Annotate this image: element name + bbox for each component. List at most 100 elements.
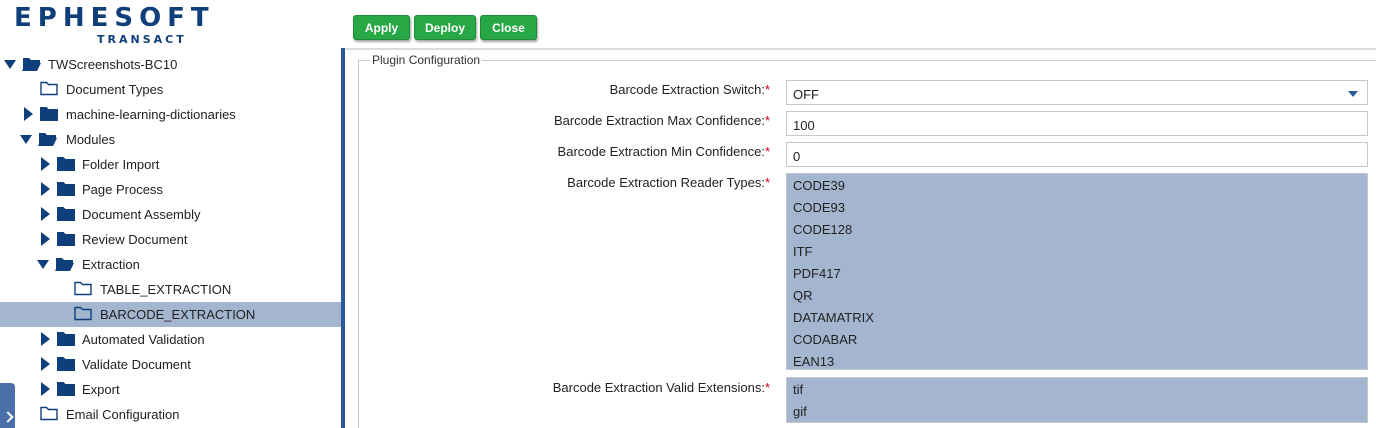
dropdown-arrow-icon[interactable] (1348, 91, 1358, 97)
ephesoft-logo: EPHESOFT TRANSACT (14, 4, 209, 46)
barcode-switch-select[interactable]: OFF (786, 80, 1368, 105)
folder-icon (57, 157, 75, 171)
tree-node-modules[interactable]: Modules (0, 127, 342, 152)
min-confidence-label-text: Barcode Extraction Min Confidence: (557, 144, 765, 159)
folder-icon (40, 107, 58, 121)
tree-label-root: TWScreenshots-BC10 (48, 57, 178, 72)
fieldset-legend: Plugin Configuration (370, 53, 483, 67)
collapse-panel-tab[interactable] (0, 383, 15, 428)
tree-label-barcode-extraction: BARCODE_EXTRACTION (100, 307, 256, 322)
tree-label-modules: Modules (66, 132, 116, 147)
tree-label-document-assembly: Document Assembly (82, 207, 201, 222)
tree-label-automated-validation: Automated Validation (82, 332, 205, 347)
required-asterisk: * (764, 113, 770, 128)
tree-label-ml-dictionaries: machine-learning-dictionaries (66, 107, 236, 122)
reader-type-option[interactable]: EAN13 (793, 354, 834, 369)
close-button[interactable]: Close (480, 15, 537, 40)
logo-wordmark: EPHESOFT (14, 3, 215, 33)
apply-button[interactable]: Apply (353, 15, 410, 40)
tree-node-email-configuration[interactable]: Email Configuration (0, 402, 342, 427)
tree-node-root[interactable]: TWScreenshots-BC10 (0, 52, 342, 77)
folder-outline-icon (74, 281, 92, 296)
valid-extensions-label-text: Barcode Extraction Valid Extensions: (552, 380, 765, 395)
max-confidence-label-text: Barcode Extraction Max Confidence: (553, 113, 765, 128)
reader-type-option[interactable]: QR (793, 288, 813, 303)
required-asterisk: * (764, 82, 770, 97)
reader-type-option[interactable]: PDF417 (793, 266, 841, 281)
workflow-tree: TWScreenshots-BC10 Document Types machin… (0, 52, 342, 428)
switch-label: Barcode Extraction Switch:* (610, 82, 770, 97)
folder-outline-icon (74, 306, 92, 321)
tree-label-export: Export (82, 382, 120, 397)
extension-option[interactable]: gif (793, 404, 807, 419)
chevron-down-icon[interactable] (20, 135, 32, 144)
deploy-button[interactable]: Deploy (414, 15, 476, 40)
folder-open-icon (22, 58, 41, 71)
logo-subtitle: TRANSACT (97, 33, 187, 46)
tree-label-review-document: Review Document (82, 232, 188, 247)
tree-node-document-assembly[interactable]: Document Assembly (0, 202, 342, 227)
chevron-right-icon[interactable] (41, 157, 50, 171)
valid-extensions-label: Barcode Extraction Valid Extensions:* (553, 380, 770, 395)
required-asterisk: * (764, 380, 770, 395)
switch-selected-value: OFF (793, 87, 819, 102)
header-divider (345, 48, 1376, 50)
tree-node-automated-validation[interactable]: Automated Validation (0, 327, 342, 352)
tree-node-table-extraction[interactable]: TABLE_EXTRACTION (0, 277, 342, 302)
reader-types-label: Barcode Extraction Reader Types:* (567, 175, 770, 190)
chevron-right-icon[interactable] (41, 182, 50, 196)
reader-type-option[interactable]: CODE39 (793, 178, 845, 193)
reader-types-listbox[interactable]: CODE39 CODE93 CODE128 ITF PDF417 QR DATA… (786, 173, 1368, 370)
chevron-right-icon[interactable] (41, 382, 50, 396)
max-confidence-label: Barcode Extraction Max Confidence:* (554, 113, 770, 128)
switch-label-text: Barcode Extraction Switch: (609, 82, 765, 97)
tree-label-validate-document: Validate Document (82, 357, 191, 372)
folder-open-icon (38, 133, 57, 146)
extension-option[interactable]: tif (793, 382, 803, 397)
reader-type-option[interactable]: CODE93 (793, 200, 845, 215)
tree-node-barcode-extraction[interactable]: BARCODE_EXTRACTION (0, 302, 342, 327)
chevron-right-icon[interactable] (24, 107, 33, 121)
tree-label-folder-import: Folder Import (82, 157, 160, 172)
folder-icon (57, 207, 75, 221)
tree-node-document-types[interactable]: Document Types (0, 77, 342, 102)
chevron-right-icon[interactable] (41, 357, 50, 371)
reader-type-option[interactable]: CODABAR (793, 332, 857, 347)
required-asterisk: * (764, 175, 770, 190)
min-confidence-input[interactable]: 0 (786, 142, 1368, 167)
folder-icon (57, 357, 75, 371)
chevron-right-icon[interactable] (41, 332, 50, 346)
tree-node-validate-document[interactable]: Validate Document (0, 352, 342, 377)
reader-type-option[interactable]: ITF (793, 244, 813, 259)
folder-outline-icon (40, 81, 58, 96)
tree-node-page-process[interactable]: Page Process (0, 177, 342, 202)
tree-label-document-types: Document Types (66, 82, 164, 97)
folder-open-icon (55, 258, 74, 271)
tree-node-ml-dictionaries[interactable]: machine-learning-dictionaries (0, 102, 342, 127)
tree-node-export[interactable]: Export (0, 377, 342, 402)
tree-node-review-document[interactable]: Review Document (0, 227, 342, 252)
tree-label-table-extraction: TABLE_EXTRACTION (100, 282, 232, 297)
reader-types-label-text: Barcode Extraction Reader Types: (567, 175, 765, 190)
tree-label-extraction: Extraction (82, 257, 140, 272)
max-confidence-input[interactable]: 100 (786, 111, 1368, 136)
reader-type-option[interactable]: DATAMATRIX (793, 310, 874, 325)
folder-icon (57, 332, 75, 346)
reader-type-option[interactable]: CODE128 (793, 222, 852, 237)
tree-label-email-configuration: Email Configuration (66, 407, 180, 422)
tree-node-extraction[interactable]: Extraction (0, 252, 342, 277)
panel-splitter[interactable] (341, 48, 345, 428)
chevron-down-icon[interactable] (4, 60, 16, 69)
tree-node-folder-import[interactable]: Folder Import (0, 152, 342, 177)
chevron-right-icon[interactable] (41, 207, 50, 221)
folder-outline-icon (40, 406, 58, 421)
tree-label-page-process: Page Process (82, 182, 163, 197)
required-asterisk: * (764, 144, 770, 159)
chevron-right-icon[interactable] (41, 232, 50, 246)
folder-icon (57, 232, 75, 246)
folder-icon (57, 382, 75, 396)
chevron-down-icon[interactable] (37, 260, 49, 269)
valid-extensions-listbox[interactable]: tif gif (786, 377, 1368, 423)
folder-icon (57, 182, 75, 196)
min-confidence-label: Barcode Extraction Min Confidence:* (558, 144, 770, 159)
